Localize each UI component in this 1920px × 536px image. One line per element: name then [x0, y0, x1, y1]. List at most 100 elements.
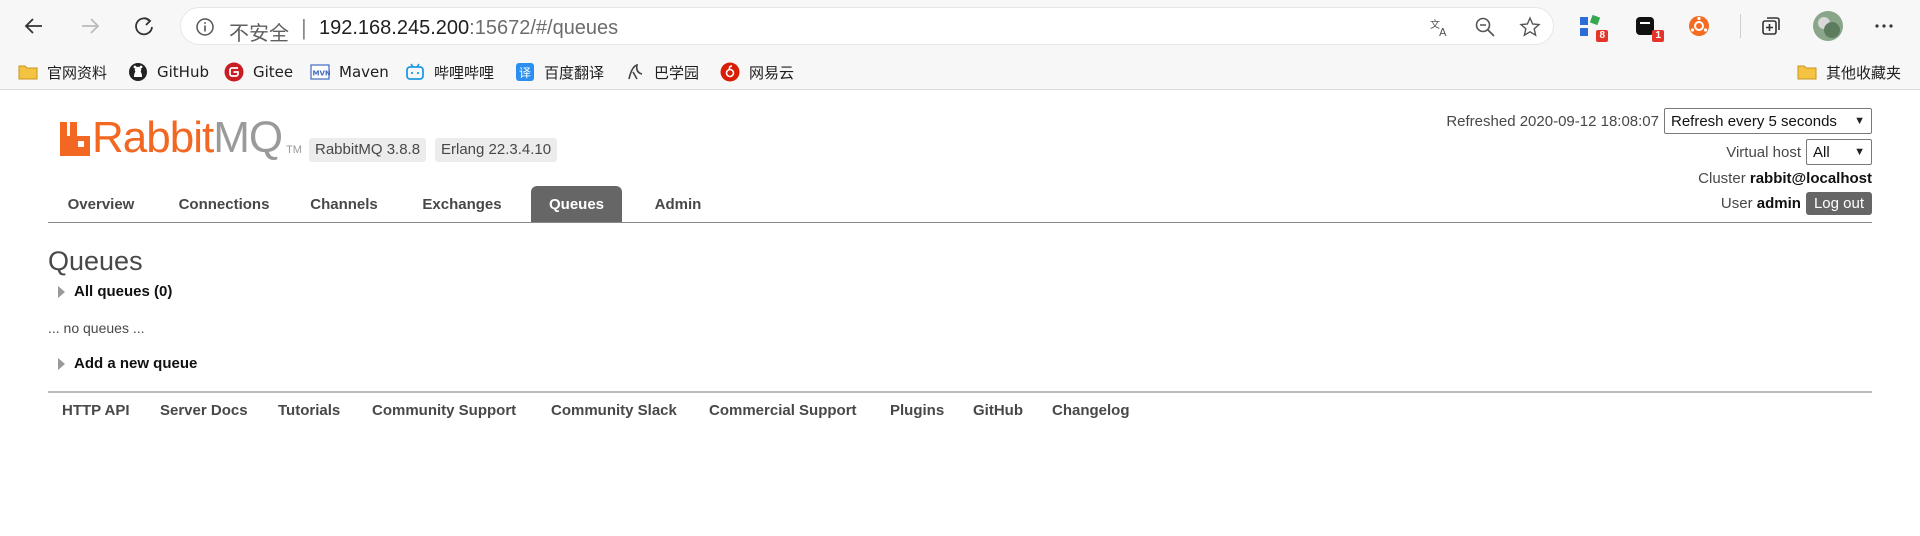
logo-mq-text: MQ	[213, 113, 283, 162]
other-bookmarks-folder[interactable]: 其他收藏夹	[1797, 61, 1901, 83]
other-bookmarks-label: 其他收藏夹	[1826, 63, 1902, 82]
site-info-icon[interactable]	[195, 17, 215, 42]
svg-text:A: A	[1439, 26, 1447, 38]
user-label: User	[1720, 195, 1753, 212]
bookmark-item[interactable]: GitHub	[128, 61, 209, 83]
cluster-label: Cluster	[1698, 170, 1746, 187]
tab-connections[interactable]: Connections	[166, 186, 282, 222]
bookmark-item[interactable]: 译 百度翻译	[515, 61, 604, 83]
extension-notes-button[interactable]: 1	[1632, 12, 1664, 42]
logo-rabbit-text: Rabbit	[92, 113, 214, 162]
tabs-divider	[48, 222, 1872, 223]
folder-icon	[18, 62, 38, 82]
footer-divider	[48, 391, 1872, 393]
erlang-version-badge: Erlang 22.3.4.10	[435, 138, 558, 162]
forward-arrow-icon	[82, 18, 100, 34]
footer-link-http-api[interactable]: HTTP API	[62, 402, 130, 419]
cluster-row: Cluster rabbit@localhost	[1698, 170, 1872, 187]
bookmark-label: GitHub	[157, 63, 209, 81]
logo-trademark: TM	[286, 144, 302, 156]
back-arrow-icon	[24, 18, 42, 34]
browser-toolbar: 不安全 | 192.168.245.200:15672/#/queues 文A …	[0, 0, 1920, 52]
user-name: admin	[1756, 195, 1801, 212]
reload-icon	[135, 17, 153, 36]
bookmark-item[interactable]: 网易云	[720, 61, 794, 83]
all-queues-label: All queues (0)	[74, 283, 173, 300]
reload-button[interactable]	[126, 8, 162, 44]
refreshed-timestamp: Refreshed 2020-09-12 18:08:07	[1446, 112, 1659, 130]
favorite-star-icon[interactable]	[1519, 16, 1541, 38]
folder-icon	[1797, 62, 1817, 82]
refresh-interval-select[interactable]: Refresh every 5 seconds ▼	[1664, 108, 1872, 134]
svg-text:译: 译	[519, 66, 531, 80]
bookmark-item[interactable]: Gitee	[224, 61, 293, 83]
tab-queues[interactable]: Queues	[531, 186, 622, 222]
tab-channels[interactable]: Channels	[296, 186, 392, 222]
orange-extension-icon	[1689, 16, 1709, 36]
logo-wordmark: RabbitMQ	[92, 116, 283, 160]
bxy-icon	[625, 62, 645, 82]
vhost-select[interactable]: All ▼	[1806, 139, 1872, 165]
vhost-value: All	[1813, 143, 1830, 161]
extension-badge: 8	[1596, 30, 1608, 42]
settings-more-button[interactable]	[1870, 12, 1898, 40]
refresh-interval-value: Refresh every 5 seconds	[1671, 112, 1837, 130]
profile-avatar[interactable]	[1812, 10, 1844, 42]
no-queues-message: ... no queues ...	[48, 320, 145, 336]
tab-admin[interactable]: Admin	[638, 186, 718, 222]
bilibili-icon	[405, 62, 425, 82]
svg-text:MVN: MVN	[313, 70, 331, 78]
translate-icon[interactable]: 文A	[1429, 16, 1451, 38]
tab-exchanges[interactable]: Exchanges	[408, 186, 516, 222]
extension-orange-button[interactable]	[1685, 12, 1713, 40]
gitee-icon	[224, 62, 244, 82]
footer-link-github[interactable]: GitHub	[973, 402, 1023, 419]
footer-link-server-docs[interactable]: Server Docs	[160, 402, 248, 419]
bookmark-item[interactable]: 官网资料	[18, 61, 107, 83]
zoom-icon[interactable]	[1474, 16, 1496, 38]
more-dots-icon	[1875, 24, 1893, 28]
address-bar[interactable]: 不安全 | 192.168.245.200:15672/#/queues 文A	[180, 7, 1554, 45]
footer-link-changelog[interactable]: Changelog	[1052, 402, 1130, 419]
bookmark-label: Maven	[339, 63, 389, 81]
bookmark-label: 网易云	[749, 63, 795, 82]
url-text[interactable]: 192.168.245.200:15672/#/queues	[319, 17, 618, 40]
bookmark-item[interactable]: 哔哩哔哩	[405, 61, 494, 83]
rabbitmq-logo: RabbitMQ TM	[60, 116, 302, 160]
footer-link-tutorials[interactable]: Tutorials	[278, 402, 340, 419]
netease-music-icon	[720, 62, 740, 82]
rabbitmq-version-badge: RabbitMQ 3.8.8	[309, 138, 427, 162]
chevron-down-icon: ▼	[1854, 115, 1865, 127]
back-button[interactable]	[16, 8, 52, 44]
extension-collections-button[interactable]: 8	[1576, 12, 1608, 42]
rabbitmq-logo-icon	[60, 122, 90, 156]
bookmark-item[interactable]: MVN Maven	[310, 61, 389, 83]
bookmark-item[interactable]: 巴学园	[625, 61, 699, 83]
forward-button[interactable]	[72, 8, 108, 44]
footer-link-commercial-support[interactable]: Commercial Support	[709, 402, 857, 419]
bookmark-label: 百度翻译	[544, 63, 605, 82]
url-path: :15672/#/queues	[469, 17, 619, 39]
tab-overview[interactable]: Overview	[48, 186, 154, 222]
all-queues-toggle[interactable]: All queues (0)	[58, 283, 172, 300]
baidu-translate-icon: 译	[515, 62, 535, 82]
url-host: 192.168.245.200	[319, 17, 470, 39]
footer-link-community-slack[interactable]: Community Slack	[551, 402, 677, 419]
add-queue-label: Add a new queue	[74, 355, 198, 372]
chevron-down-icon: ▼	[1854, 146, 1865, 158]
bookmark-label: Gitee	[253, 63, 294, 81]
add-queue-toggle[interactable]: Add a new queue	[58, 355, 197, 372]
toolbar-divider	[1740, 14, 1741, 38]
expand-triangle-icon	[58, 357, 65, 370]
footer-link-community-support[interactable]: Community Support	[372, 402, 516, 419]
logout-button[interactable]: Log out	[1805, 192, 1872, 215]
collections-icon	[1762, 17, 1780, 35]
insecure-label: 不安全	[229, 21, 289, 45]
vhost-row: Virtual host All ▼	[1726, 139, 1872, 165]
address-separator: |	[301, 15, 307, 40]
page-title: Queues	[48, 246, 143, 276]
user-row: User admin Log out	[1721, 192, 1872, 215]
vhost-label: Virtual host	[1726, 143, 1801, 161]
collections-button[interactable]	[1757, 12, 1785, 40]
footer-link-plugins[interactable]: Plugins	[890, 402, 944, 419]
